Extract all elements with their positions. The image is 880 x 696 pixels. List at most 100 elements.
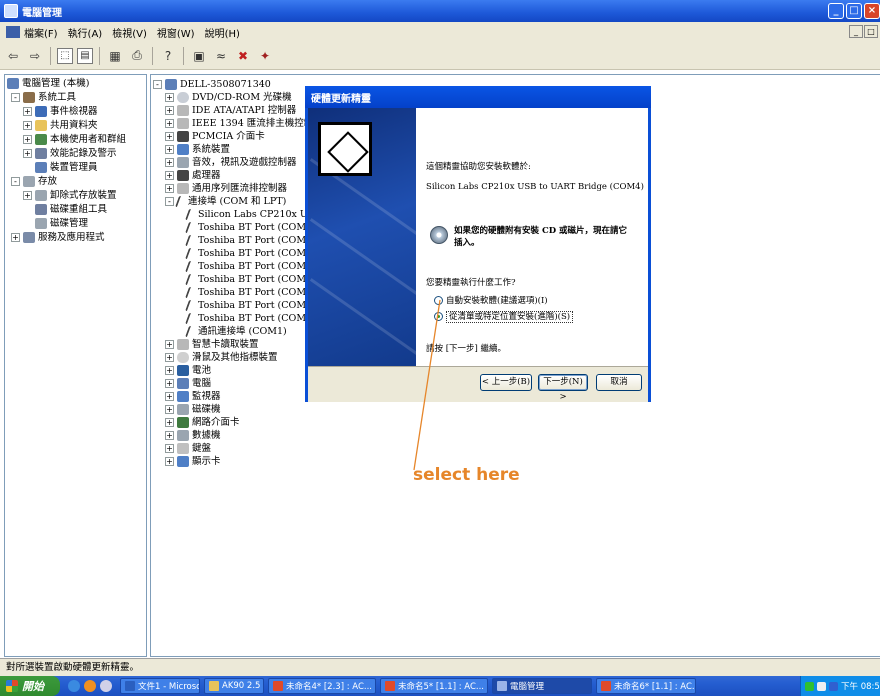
option-auto-install[interactable]: 自動安裝軟體(建議選項)(I) <box>434 294 548 306</box>
tree-item-services[interactable]: + 服務及應用程式 <box>11 231 105 244</box>
task-untitled4[interactable]: 未命名4* [2.3] : AC... <box>268 678 376 694</box>
back-icon[interactable]: ⇦ <box>4 47 22 65</box>
desktop-icon[interactable] <box>100 680 112 692</box>
update-driver-icon[interactable]: ≈ <box>212 47 230 65</box>
port-device[interactable]: Toshiba BT Port (COM10) <box>184 221 322 234</box>
port-device[interactable]: Toshiba BT Port (COM21) <box>184 299 322 312</box>
device-category[interactable]: + 顯示卡 <box>165 455 221 468</box>
show-hide-tree-icon[interactable]: ▤ <box>77 47 93 64</box>
device-category[interactable]: + 音效，視訊及遊戲控制器 <box>165 156 297 169</box>
expand-icon[interactable]: + <box>165 418 174 427</box>
maximize-button[interactable]: □ <box>846 3 862 19</box>
device-category[interactable]: + 網路介面卡 <box>165 416 240 429</box>
expand-icon[interactable]: + <box>165 340 174 349</box>
tree-item-local-users[interactable]: + 本機使用者和群組 <box>23 133 126 146</box>
tree-item-device-manager[interactable]: 裝置管理員 <box>35 161 98 174</box>
device-category[interactable]: + 磁碟機 <box>165 403 221 416</box>
device-category[interactable]: + 智慧卡讀取裝置 <box>165 338 259 351</box>
tree-item-defrag[interactable]: 磁碟重組工具 <box>35 203 107 216</box>
tree-item-system-tools[interactable]: - 系統工具 <box>11 91 76 104</box>
console-tree[interactable]: 電腦管理 (本機) - 系統工具 + 事件檢視器 + 共用資料夾 + 本機使用者和群組 … <box>4 74 147 657</box>
close-button[interactable]: × <box>864 3 880 19</box>
tree-item-storage[interactable]: - 存放 <box>11 175 57 188</box>
device-category[interactable]: + 滑鼠及其他指標裝置 <box>165 351 278 364</box>
menu-action[interactable]: 執行(A) <box>68 25 103 40</box>
minimize-button[interactable]: _ <box>828 3 844 19</box>
device-category[interactable]: - 連接埠 (COM 和 LPT) <box>165 195 286 208</box>
expand-icon[interactable]: + <box>165 119 174 128</box>
expand-icon[interactable]: + <box>23 121 32 130</box>
device-category[interactable]: + 通用序列匯流排控制器 <box>165 182 287 195</box>
up-one-level-icon[interactable]: ⬚ <box>57 47 73 64</box>
expand-icon[interactable]: + <box>165 366 174 375</box>
port-device[interactable]: Toshiba BT Port (COM12) <box>184 247 322 260</box>
uninstall-icon[interactable]: ✖ <box>234 47 252 65</box>
collapse-icon[interactable]: - <box>153 80 162 89</box>
device-category[interactable]: + 系統裝置 <box>165 143 230 156</box>
task-folder[interactable]: AK90 2.5 <box>204 678 264 694</box>
tray-icon[interactable] <box>817 681 826 691</box>
expand-icon[interactable]: + <box>165 379 174 388</box>
expand-icon[interactable]: + <box>165 132 174 141</box>
task-untitled5[interactable]: 未命名5* [1.1] : AC... <box>380 678 488 694</box>
port-device[interactable]: Toshiba BT Port (COM14) <box>184 273 322 286</box>
dialog-title-bar[interactable]: 硬體更新精靈 <box>305 86 651 108</box>
tree-item-performance-logs[interactable]: + 效能記錄及警示 <box>23 147 117 160</box>
properties-icon[interactable]: ▦ <box>106 47 124 65</box>
expand-icon[interactable]: + <box>165 405 174 414</box>
task-untitled6[interactable]: 未命名6* [1.1] : AC... <box>596 678 696 694</box>
menu-view[interactable]: 檢視(V) <box>112 25 147 40</box>
device-category[interactable]: + 鍵盤 <box>165 442 211 455</box>
port-device[interactable]: Toshiba BT Port (COM40) <box>184 312 322 325</box>
forward-icon[interactable]: ⇨ <box>26 47 44 65</box>
cancel-button[interactable]: 取消 <box>596 374 642 391</box>
task-word[interactable]: 文件1 - Microsoft W... <box>120 678 200 694</box>
expand-icon[interactable]: + <box>23 107 32 116</box>
expand-icon[interactable]: + <box>165 106 174 115</box>
expand-icon[interactable]: + <box>11 233 20 242</box>
port-device[interactable]: 通訊連接埠 (COM1) <box>184 325 287 338</box>
collapse-icon[interactable]: - <box>11 177 20 186</box>
radio-auto-install[interactable] <box>434 296 443 305</box>
mdi-restore-button[interactable]: □ <box>864 25 878 38</box>
next-button[interactable]: 下一步(N) > <box>538 374 588 402</box>
tray-icon[interactable] <box>829 681 838 691</box>
clock[interactable]: 下午 08:53 <box>841 680 880 692</box>
menu-file[interactable]: 檔案(F) <box>24 25 58 40</box>
port-device[interactable]: Toshiba BT Port (COM20) <box>184 286 322 299</box>
mdi-minimize-button[interactable]: _ <box>849 25 863 38</box>
device-category[interactable]: + DVD/CD-ROM 光碟機 <box>165 91 292 104</box>
radio-manual-install[interactable] <box>434 312 443 321</box>
back-button[interactable]: < 上一步(B) <box>480 374 532 391</box>
device-category[interactable]: + 電腦 <box>165 377 211 390</box>
tree-item-computer-management[interactable]: 電腦管理 (本機) <box>7 77 89 90</box>
device-category[interactable]: + 電池 <box>165 364 211 377</box>
tree-item-event-viewer[interactable]: + 事件檢視器 <box>23 105 98 118</box>
expand-icon[interactable]: + <box>23 135 32 144</box>
option-manual-install[interactable]: 從清單或特定位置安裝(進階)(S) <box>434 310 574 323</box>
title-bar[interactable]: 電腦管理 _ □ × <box>0 0 880 22</box>
tree-item-shared-folders[interactable]: + 共用資料夾 <box>23 119 98 132</box>
expand-icon[interactable]: + <box>165 145 174 154</box>
tree-item-removable-storage[interactable]: + 卸除式存放裝置 <box>23 189 117 202</box>
expand-icon[interactable]: + <box>23 191 32 200</box>
collapse-icon[interactable]: - <box>11 93 20 102</box>
port-device[interactable]: Toshiba BT Port (COM13) <box>184 260 322 273</box>
device-tree-root[interactable]: - DELL-3508071340 <box>153 78 271 91</box>
expand-icon[interactable]: + <box>165 93 174 102</box>
task-computer-management[interactable]: 電腦管理 <box>492 678 592 694</box>
expand-icon[interactable]: + <box>165 431 174 440</box>
ie-icon[interactable] <box>68 680 80 692</box>
port-device[interactable]: Toshiba BT Port (COM11) <box>184 234 322 247</box>
expand-icon[interactable]: + <box>165 171 174 180</box>
device-category[interactable]: + IEEE 1394 匯流排主機控制器 <box>165 117 323 130</box>
expand-icon[interactable]: + <box>165 158 174 167</box>
expand-icon[interactable]: + <box>165 444 174 453</box>
help-icon[interactable]: ? <box>159 47 177 65</box>
console-icon[interactable] <box>6 26 20 38</box>
print-icon[interactable]: ⎙ <box>128 47 146 65</box>
expand-icon[interactable]: + <box>23 149 32 158</box>
media-icon[interactable] <box>84 680 96 692</box>
expand-icon[interactable]: + <box>165 392 174 401</box>
device-category[interactable]: + 數據機 <box>165 429 221 442</box>
